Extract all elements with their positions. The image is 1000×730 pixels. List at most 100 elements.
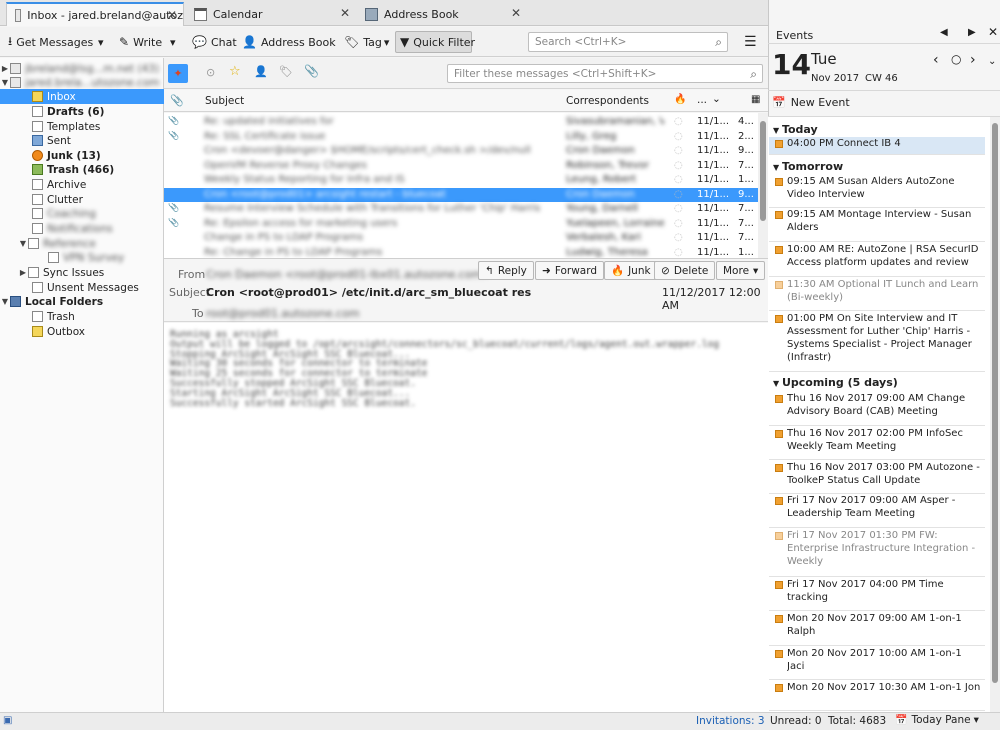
junk-status-icon[interactable]: ◌ bbox=[674, 116, 683, 127]
folder-account-1[interactable]: ▶ jbreland@lsg...m.net (43) bbox=[0, 61, 164, 76]
get-messages-button[interactable]: ⭳ Get Messages bbox=[4, 31, 97, 53]
close-icon[interactable]: ✕ bbox=[988, 25, 998, 39]
write-button[interactable]: ✎ Write bbox=[115, 31, 166, 53]
folder-account-2[interactable]: ▼ jared.brela...utozone.com bbox=[0, 75, 164, 90]
collapse-chevron-icon[interactable]: ⌄ bbox=[988, 56, 996, 67]
folder-vpn-survey[interactable]: VPN Survey bbox=[0, 250, 164, 265]
event-item[interactable]: Fri 17 Nov 2017 01:30 PM FW: Enterprise … bbox=[769, 529, 985, 577]
from-value[interactable]: Cron Daemon <root@prod01-lbx01.autozone.… bbox=[206, 268, 492, 281]
new-event-button[interactable]: 📅 New Event bbox=[772, 96, 850, 109]
message-row[interactable]: Cron <devoer@danger> $HOME/scripts/cert_… bbox=[164, 144, 758, 158]
more-button[interactable]: More ▾ bbox=[716, 261, 766, 280]
event-item[interactable]: Thu 16 Nov 2017 02:00 PM InfoSec Weekly … bbox=[769, 427, 985, 460]
folder-notifications[interactable]: Notifications bbox=[0, 221, 164, 236]
invitations-link[interactable]: Invitations: 3 bbox=[696, 715, 765, 727]
tomorrow-section-header[interactable]: ▼ Tomorrow bbox=[773, 160, 843, 173]
forward-button[interactable]: ➜ Forward bbox=[535, 261, 605, 280]
address-book-button[interactable]: 👤 Address Book bbox=[238, 31, 340, 53]
quick-filter-button[interactable]: ▼ Quick Filter bbox=[395, 31, 475, 53]
scrollbar-thumb[interactable] bbox=[760, 121, 766, 221]
tab-inbox[interactable]: Inbox - jared.breland@autoz ✕ bbox=[6, 2, 184, 26]
close-icon[interactable]: ✕ bbox=[340, 6, 350, 20]
folder-coaching[interactable]: Coaching bbox=[0, 206, 164, 221]
column-picker-icon[interactable]: ▦ bbox=[751, 94, 760, 105]
today-pane-toggle[interactable]: 📅 Today Pane ▾ bbox=[895, 714, 979, 726]
junk-status-icon[interactable]: ◌ bbox=[674, 145, 683, 156]
app-menu-button[interactable]: ☰ bbox=[740, 31, 761, 53]
message-row[interactable]: 📎 Re: SSL Certificate issue Lilly, Greg ◌ 11… bbox=[164, 130, 758, 144]
event-item[interactable]: Thu 16 Nov 2017 09:00 AM Change Advisory… bbox=[769, 392, 985, 426]
event-item[interactable]: 09:15 AM Montage Interview - Susan Alder… bbox=[769, 208, 985, 242]
upcoming-section-header[interactable]: ▼ Upcoming (5 days) bbox=[773, 376, 898, 389]
event-item[interactable]: Fri 17 Nov 2017 09:00 AM Asper - Leaders… bbox=[769, 494, 985, 528]
junk-status-icon[interactable]: ◌ bbox=[674, 189, 683, 200]
folder-local-trash[interactable]: Trash bbox=[0, 309, 164, 324]
folder-outbox[interactable]: Outbox bbox=[0, 324, 164, 339]
junk-status-icon[interactable]: ◌ bbox=[674, 203, 683, 214]
correspondents-column-header[interactable]: Correspondents bbox=[566, 95, 649, 107]
prev-arrow-icon[interactable]: ◀ bbox=[940, 27, 948, 38]
tag-button[interactable]: 🏷 Tag ▾ bbox=[340, 31, 393, 53]
scrollbar-thumb[interactable] bbox=[992, 123, 998, 683]
folder-inbox[interactable]: Inbox bbox=[0, 89, 164, 104]
message-row[interactable]: Change in PS to LDAP Programs Verbalesh, … bbox=[164, 231, 758, 245]
subject-column-header[interactable]: Subject bbox=[205, 95, 244, 107]
date-column-header[interactable]: ... bbox=[697, 94, 707, 106]
folder-reference[interactable]: ▼ Reference bbox=[0, 236, 164, 251]
delete-button[interactable]: ⊘ Delete bbox=[654, 261, 716, 280]
message-row[interactable]: Weekly Status Reporting for Infra and IS… bbox=[164, 173, 758, 187]
events-scrollbar[interactable] bbox=[990, 117, 1000, 712]
junk-status-icon[interactable]: ◌ bbox=[674, 131, 683, 142]
folder-sent[interactable]: Sent bbox=[0, 133, 164, 148]
event-item[interactable]: 10:00 AM RE: AutoZone | RSA SecurID Acce… bbox=[769, 243, 985, 277]
next-arrow-icon[interactable]: ▶ bbox=[968, 27, 976, 38]
folder-sync-issues[interactable]: ▶ Sync Issues bbox=[0, 265, 164, 280]
folder-local-folders[interactable]: ▼ Local Folders bbox=[0, 294, 164, 309]
message-row[interactable]: 📎 Re: Epsilon access for marketing users Y… bbox=[164, 217, 758, 231]
reply-button[interactable]: ↰ Reply bbox=[478, 261, 534, 280]
attachment-filter-icon[interactable]: 📎 bbox=[304, 64, 319, 78]
event-item[interactable]: 09:15 AM Susan Alders AutoZone Video Int… bbox=[769, 175, 985, 208]
online-status-icon[interactable]: ▣ bbox=[3, 715, 12, 726]
tag-filter-icon[interactable]: 🏷 bbox=[279, 65, 293, 78]
search-input[interactable]: Search <Ctrl+K> ⌕ bbox=[528, 32, 728, 52]
event-item[interactable]: Mon 20 Nov 2017 09:00 AM 1-on-1 Ralph bbox=[769, 612, 985, 646]
event-item[interactable]: Mon 20 Nov 2017 10:30 AM 1-on-1 Jon bbox=[769, 681, 985, 711]
folder-templates[interactable]: Templates bbox=[0, 119, 164, 134]
message-list-scrollbar[interactable] bbox=[758, 113, 768, 258]
junk-status-icon[interactable]: ◌ bbox=[674, 160, 683, 171]
message-row[interactable]: Cron <root@prod01> arcsight restart - bl… bbox=[164, 187, 758, 202]
tab-address-book[interactable]: Address Book ✕ bbox=[357, 2, 527, 26]
folder-trash[interactable]: Trash (466) bbox=[0, 162, 164, 177]
filter-messages-input[interactable]: Filter these messages <Ctrl+Shift+K> ⌕ bbox=[447, 64, 763, 83]
unread-filter-icon[interactable]: ⊙ bbox=[206, 66, 215, 79]
today-section-header[interactable]: ▼ Today bbox=[773, 123, 818, 136]
sort-chevron-down-icon[interactable]: ⌄ bbox=[712, 93, 721, 105]
junk-status-icon[interactable]: ◌ bbox=[674, 232, 683, 243]
get-messages-dropdown[interactable]: ▾ bbox=[94, 31, 108, 53]
today-icon[interactable]: ○ bbox=[951, 52, 961, 66]
tab-calendar[interactable]: Calendar ✕ bbox=[186, 2, 356, 26]
close-icon[interactable]: ✕ bbox=[167, 8, 177, 22]
message-row[interactable]: 📎 Resume Interview Schedule with Transiti… bbox=[164, 202, 758, 216]
event-item[interactable]: Fri 17 Nov 2017 04:00 PM Time tracking bbox=[769, 578, 985, 611]
event-item[interactable]: 04:00 PM Connect IB 4 bbox=[769, 137, 985, 155]
folder-archive[interactable]: Archive bbox=[0, 177, 164, 192]
folder-clutter[interactable]: Clutter bbox=[0, 192, 164, 207]
close-icon[interactable]: ✕ bbox=[511, 6, 521, 20]
junk-button[interactable]: 🔥 Junk bbox=[604, 261, 658, 280]
event-item[interactable]: 01:00 PM On Site Interview and IT Assess… bbox=[769, 312, 985, 372]
folder-drafts[interactable]: Drafts (6) bbox=[0, 104, 164, 119]
event-item[interactable]: Mon 20 Nov 2017 10:00 AM 1-on-1 Jaci bbox=[769, 647, 985, 680]
junk-column-icon[interactable]: 🔥 bbox=[674, 94, 686, 105]
junk-status-icon[interactable]: ◌ bbox=[674, 218, 683, 229]
attachment-column-icon[interactable]: 📎 bbox=[170, 94, 184, 107]
message-row[interactable]: OpenVM Reverse Proxy Changes Robinson, Tr… bbox=[164, 159, 758, 173]
folder-junk[interactable]: Junk (13) bbox=[0, 148, 164, 163]
message-row[interactable]: 📎 Re: updated initiatives for Sivasubraman… bbox=[164, 115, 758, 129]
event-item[interactable]: 11:30 AM Optional IT Lunch and Learn (Bi… bbox=[769, 278, 985, 311]
write-dropdown[interactable]: ▾ bbox=[166, 31, 180, 53]
junk-status-icon[interactable]: ◌ bbox=[674, 247, 683, 258]
folder-unsent[interactable]: Unsent Messages bbox=[0, 280, 164, 295]
junk-status-icon[interactable]: ◌ bbox=[674, 174, 683, 185]
